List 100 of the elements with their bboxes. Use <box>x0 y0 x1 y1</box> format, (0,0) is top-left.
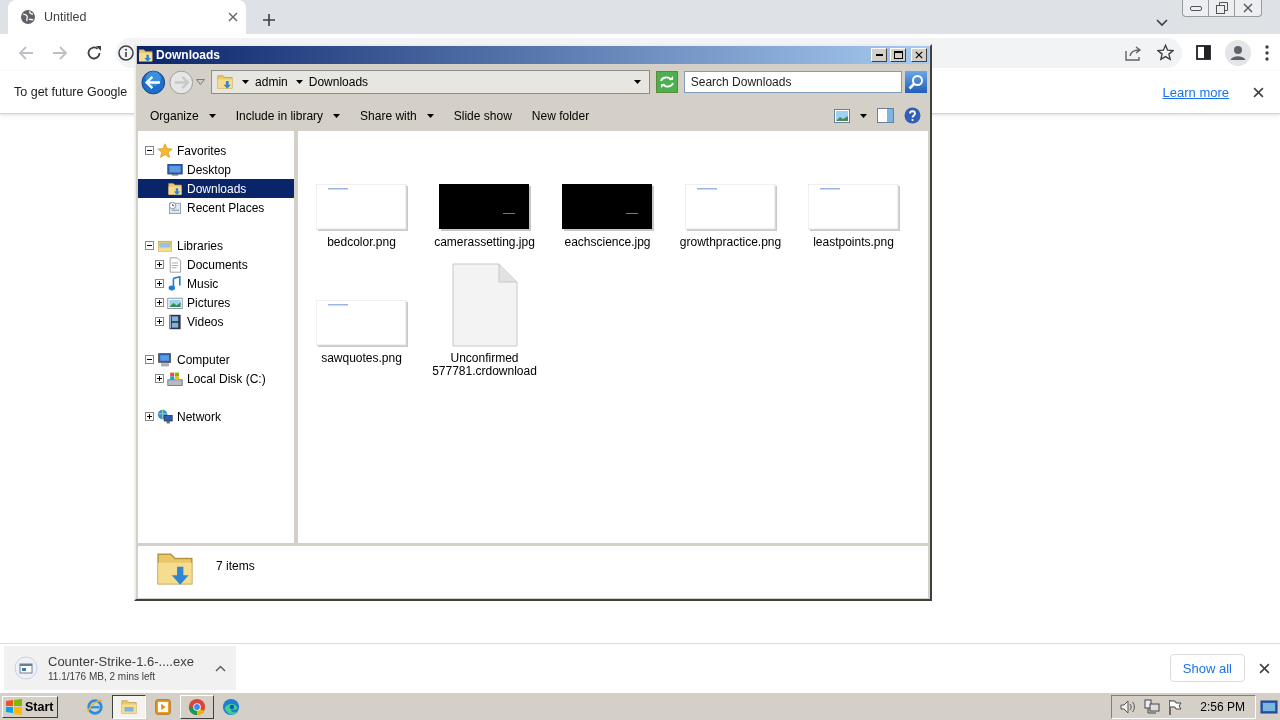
tree-item[interactable]: Network <box>138 407 294 426</box>
close-icon <box>915 51 923 59</box>
chrome-icon <box>188 697 207 716</box>
expand-toggle[interactable] <box>145 355 154 364</box>
expand-toggle[interactable] <box>155 298 164 307</box>
file-item[interactable]: bedcolor.png <box>300 141 423 249</box>
media-player-icon <box>154 697 173 716</box>
installer-file-icon <box>14 656 38 680</box>
infobar-message: To get future Google <box>14 85 128 99</box>
expand-toggle[interactable] <box>145 146 154 155</box>
file-item[interactable]: Unconfirmed 577781.crdownload <box>423 257 546 378</box>
back-button[interactable] <box>141 69 166 95</box>
help-icon <box>904 107 921 124</box>
browser-tab[interactable]: Untitled <box>8 0 246 34</box>
bookmark-star-icon[interactable] <box>1157 44 1174 61</box>
new-tab-button[interactable] <box>262 13 276 27</box>
download-status: 11.1/176 MB, 2 mins left <box>48 671 157 682</box>
expand-toggle[interactable] <box>145 241 154 250</box>
side-panel-icon[interactable] <box>1196 45 1211 60</box>
search-button[interactable] <box>905 71 927 93</box>
forward-arrow-icon <box>52 44 68 61</box>
edge-icon <box>222 697 241 716</box>
back-arrow-icon <box>18 44 34 61</box>
caret-icon <box>426 113 434 118</box>
tree-item[interactable]: Favorites <box>138 141 294 160</box>
window-title: Downloads <box>156 48 221 62</box>
refresh-icon <box>658 75 675 89</box>
breadcrumb-bar[interactable]: admin Downloads <box>211 70 651 94</box>
taskbar-button[interactable] <box>112 694 147 719</box>
folder-icon <box>216 73 235 91</box>
expand-toggle[interactable] <box>155 260 164 269</box>
tree-item[interactable]: Recent Places <box>138 198 294 217</box>
show-desktop-icon[interactable] <box>1260 698 1278 715</box>
image-view-icon <box>834 108 850 123</box>
close-button[interactable] <box>911 48 927 62</box>
toolbar-button[interactable]: Include in library <box>227 104 349 127</box>
file-item[interactable]: sawquotes.png <box>300 257 423 378</box>
close-icon <box>1259 662 1270 674</box>
tree-item[interactable]: Local Disk (C:) <box>138 369 294 388</box>
minimize-icon <box>875 54 883 56</box>
caret-icon <box>295 80 303 84</box>
windows-flag-icon <box>5 698 23 715</box>
profile-avatar-icon[interactable] <box>1225 39 1251 66</box>
search-field[interactable]: Search Downloads <box>683 71 903 93</box>
dropdown-arrow-icon <box>634 80 642 84</box>
caret-icon <box>242 80 250 84</box>
maximize-icon <box>893 51 903 59</box>
tree-item[interactable]: Libraries <box>138 236 294 255</box>
expand-toggle[interactable] <box>155 279 164 288</box>
download-item[interactable]: Counter-Strike-1.6-....exe 11.1/176 MB, 2 mins left <box>4 646 236 690</box>
desktop-icon <box>167 161 183 178</box>
share-icon[interactable] <box>1125 44 1143 61</box>
start-button[interactable]: Start <box>2 695 59 718</box>
tree-item[interactable]: Music <box>138 274 294 293</box>
menu-icon[interactable] <box>1265 44 1269 61</box>
tab-search-button[interactable] <box>1156 19 1168 27</box>
learn-more-link[interactable]: Learn more <box>1162 84 1229 100</box>
toolbar-button[interactable]: New folder <box>523 104 598 127</box>
tree-item[interactable]: Computer <box>138 350 294 369</box>
flag-icon[interactable] <box>1168 698 1183 715</box>
file-item[interactable]: leastpoints.png <box>792 141 915 249</box>
file-item[interactable]: eachscience.jpg <box>546 141 669 249</box>
close-icon <box>228 12 238 22</box>
expand-toggle[interactable] <box>155 317 164 326</box>
computer-icon <box>157 351 173 368</box>
file-item[interactable]: growthpractice.png <box>669 141 792 249</box>
downloads-icon <box>167 180 183 197</box>
speaker-icon[interactable] <box>1120 699 1137 714</box>
toolbar-button[interactable]: Slide show <box>445 104 520 127</box>
history-dropdown-icon[interactable] <box>196 79 206 85</box>
show-all-button[interactable]: Show all <box>1169 654 1245 682</box>
preview-pane-button[interactable] <box>874 105 897 126</box>
expand-toggle[interactable] <box>145 412 154 421</box>
chevron-up-icon[interactable] <box>215 664 226 672</box>
tree-item[interactable]: Videos <box>138 312 294 331</box>
tree-item[interactable]: Pictures <box>138 293 294 312</box>
close-tab-button[interactable] <box>228 12 238 22</box>
search-icon <box>908 74 925 90</box>
close-icon <box>1253 86 1264 98</box>
tree-item[interactable]: Desktop <box>138 160 294 179</box>
network-icon[interactable] <box>1144 698 1161 715</box>
close-infobar-button[interactable] <box>1253 86 1264 98</box>
file-item[interactable]: camerassetting.jpg <box>423 141 546 249</box>
refresh-button[interactable] <box>656 71 678 93</box>
clock[interactable]: 2:56 PM <box>1200 699 1245 714</box>
ie-icon <box>86 697 105 716</box>
tree-item[interactable]: Documents <box>138 255 294 274</box>
toolbar-button[interactable]: Organize <box>142 104 224 127</box>
breadcrumb-segment[interactable]: admin <box>242 75 288 89</box>
close-downloads-button[interactable] <box>1259 662 1270 674</box>
file-icon <box>451 263 518 347</box>
maximize-button[interactable] <box>890 48 906 62</box>
chevron-down-icon <box>1156 19 1168 27</box>
toolbar-button[interactable]: Share with <box>352 104 442 127</box>
recent-icon <box>167 199 183 216</box>
expand-toggle[interactable] <box>155 374 164 383</box>
tree-item[interactable]: Downloads <box>138 179 294 198</box>
music-icon <box>167 275 183 292</box>
folder-icon <box>139 47 153 63</box>
breadcrumb-segment[interactable]: Downloads <box>295 75 369 89</box>
